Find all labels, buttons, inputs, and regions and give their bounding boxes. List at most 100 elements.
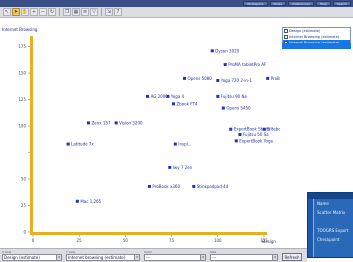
export-icon[interactable]: ⇲ <box>105 8 113 16</box>
data-point-label: Zenx 157 <box>91 120 110 125</box>
x-axis-line <box>30 232 267 235</box>
data-point-label: Fujitsu 50 Sa <box>243 132 269 137</box>
data-point[interactable] <box>234 139 238 143</box>
data-point[interactable] <box>146 94 150 98</box>
axis-controls-bar: X Axis Design (estimate) ▾ Y Axis Intern… <box>0 248 307 262</box>
window-tab[interactable]: Notes <box>269 1 287 6</box>
help-icon[interactable]: ? <box>114 8 122 16</box>
color-field: Color --- ▾ <box>144 250 206 261</box>
x-tick-label: 50 <box>123 238 129 243</box>
toolbar: ↖ ➤ ✋ + − ↻ ❐ ▦ ≡ ▽ ⇲? <box>0 7 353 18</box>
list-icon[interactable]: ≡ <box>81 8 89 16</box>
data-point[interactable] <box>66 142 70 146</box>
x-tick-label: 0 <box>32 238 35 243</box>
filter-icon[interactable]: ▽ <box>90 8 98 16</box>
size-select[interactable]: --- ▾ <box>210 254 278 261</box>
x-axis-title: Design <box>262 239 276 244</box>
copy-icon[interactable]: ❐ <box>63 8 71 16</box>
data-point[interactable] <box>216 94 220 98</box>
legend-label: Design (estimate) <box>289 29 321 33</box>
data-point[interactable] <box>114 121 118 125</box>
checkbox-icon[interactable] <box>284 29 288 33</box>
data-point-label: AG 2000 <box>151 94 169 99</box>
window-tab[interactable]: Help <box>315 1 331 6</box>
y-tick-label: 25 <box>21 203 27 208</box>
color-value: --- <box>146 255 151 260</box>
data-point-label: ProBook x360 <box>152 184 180 189</box>
data-point[interactable] <box>238 133 242 137</box>
popup-menu-item[interactable]: Checkpoint <box>314 235 353 244</box>
data-point-label: Elitebook X 1040 <box>267 127 280 132</box>
data-point[interactable] <box>171 102 175 106</box>
popup-menu-item[interactable]: Name <box>314 199 353 208</box>
title-bar: Workspace Notes Preferences Help Search <box>0 0 353 7</box>
popup-menu-item[interactable]: TOOGRS Export <box>314 226 353 235</box>
y-tick-label: 50 <box>21 177 27 182</box>
window-tab[interactable]: Workspace <box>243 1 268 6</box>
checkbox-icon[interactable] <box>284 35 288 39</box>
data-point-label: Dyson 3020 <box>215 48 239 53</box>
data-point[interactable] <box>266 76 270 80</box>
toolbar-separator <box>59 8 60 16</box>
x-tick-label: 25 <box>77 238 83 243</box>
hand-icon[interactable]: ✋ <box>21 8 29 16</box>
y-axis-select[interactable]: Internet browsing (estimate) ▾ <box>66 254 140 261</box>
data-point[interactable] <box>86 121 90 125</box>
y-tick-label: 100 <box>18 124 26 129</box>
data-point[interactable] <box>210 49 214 53</box>
pointer-icon[interactable]: ➤ <box>12 8 20 16</box>
data-point[interactable] <box>75 199 79 203</box>
data-point[interactable] <box>192 184 196 188</box>
data-point[interactable] <box>262 127 266 131</box>
x-tick-label: 75 <box>169 238 175 243</box>
data-point[interactable] <box>183 76 187 80</box>
data-point-label: Vision 3200 <box>119 120 143 125</box>
chevron-down-icon: ▾ <box>56 255 61 260</box>
data-point-label: Mac 1,265 <box>80 199 101 204</box>
grid-icon[interactable]: ▦ <box>72 8 80 16</box>
data-point[interactable] <box>229 127 233 131</box>
y-axis-value: Internet browsing (estimate) <box>68 255 126 260</box>
y-axis-line <box>30 36 33 235</box>
data-point[interactable] <box>221 106 225 110</box>
data-point-label: ProBook FlexBook V3 <box>271 76 280 81</box>
y-tick-label: 0 <box>23 230 26 235</box>
data-point-label: Yoga 720 2-in-1 <box>220 78 253 83</box>
color-select[interactable]: --- ▾ <box>144 254 206 261</box>
data-point-label: Opens 5450 <box>226 106 251 111</box>
window-tab[interactable]: Preferences <box>288 1 314 6</box>
data-point[interactable] <box>216 78 220 82</box>
size-value: --- <box>212 255 217 260</box>
scatter-chart[interactable]: 025501001251501750 25 50 75 100 125DesignDyso… <box>0 18 280 260</box>
x-tick-label: 100 <box>214 238 222 243</box>
zoom-out-icon[interactable]: − <box>39 8 47 16</box>
chevron-down-icon: ▾ <box>134 255 139 260</box>
refresh-button[interactable]: Refresh <box>282 253 302 261</box>
data-point[interactable] <box>168 165 172 169</box>
legend-label: Internet Browsing (estimate) <box>289 35 340 39</box>
x-axis-field: X Axis Design (estimate) ▾ <box>2 250 62 261</box>
select-arrow-icon[interactable]: ↖ <box>3 8 11 16</box>
data-point[interactable] <box>223 63 227 67</box>
data-point-label: ExpertBook Yoga <box>239 138 273 143</box>
x-axis-select[interactable]: Design (estimate) ▾ <box>2 254 62 261</box>
chart-panel[interactable]: 0 25 50 100 125 150 175 0 25 50 75 100 125 Design Dyso… <box>0 18 280 260</box>
y-tick-label: 150 <box>18 71 26 76</box>
zoom-in-icon[interactable]: + <box>30 8 38 16</box>
rotate-icon[interactable]: ↻ <box>48 8 56 16</box>
popup-menu-item[interactable] <box>314 217 353 226</box>
size-field: Size --- ▾ <box>210 250 278 261</box>
legend-selection-bar <box>282 43 351 49</box>
popup-menu-item[interactable]: Scatter Matrix <box>314 208 353 217</box>
data-point[interactable] <box>147 184 151 188</box>
data-point-label: Zbook FT4 <box>176 101 197 106</box>
y-axis-field: Y Axis Internet browsing (estimate) ▾ <box>66 250 140 261</box>
data-point-label: Iwy 7 2en <box>173 165 193 170</box>
data-point[interactable] <box>173 142 177 146</box>
data-point-label: ProMA tabletPro AF <box>228 62 267 67</box>
window-tab[interactable]: Search <box>332 1 351 6</box>
data-point-label: Latitude 7x <box>71 142 94 147</box>
chevron-down-icon: ▾ <box>272 255 277 260</box>
x-axis-value: Design (estimate) <box>4 255 40 260</box>
context-popup: Name Scatter Matrix TOOGRS Export Checkpoin… <box>307 192 353 258</box>
